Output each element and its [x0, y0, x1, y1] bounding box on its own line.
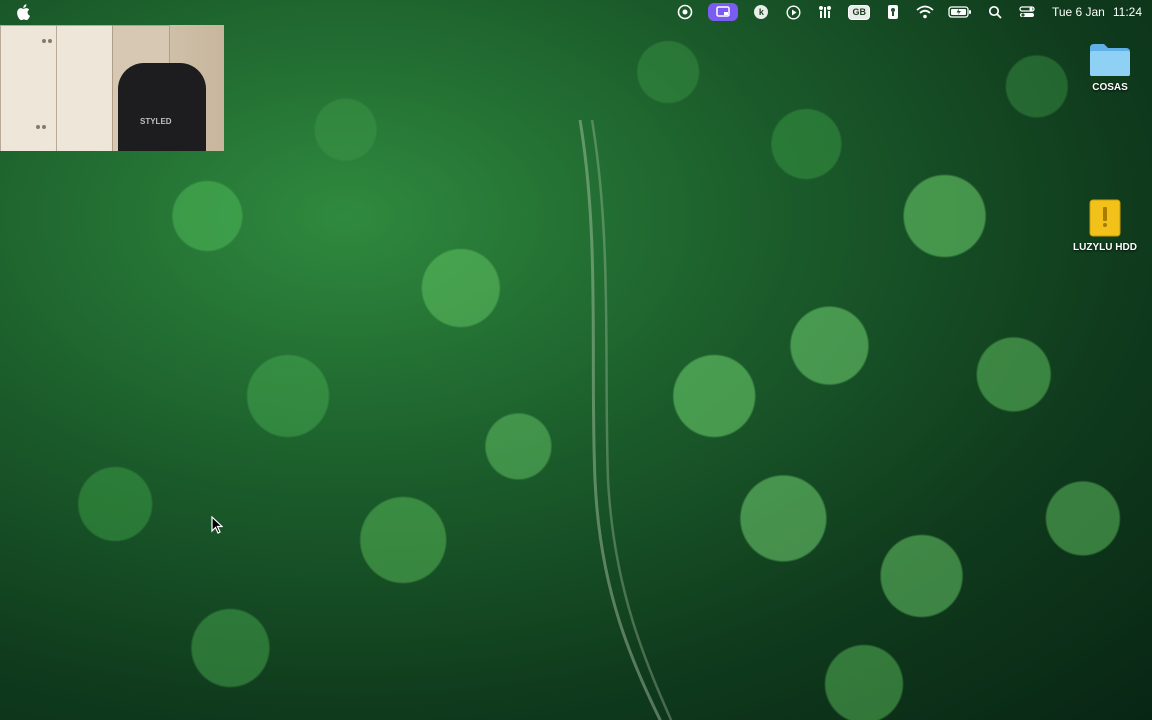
desktop-item-label: LUZYLU HDD: [1073, 242, 1137, 253]
apple-icon[interactable]: [14, 3, 32, 21]
menu-bar: k GB Tue 6 Jan 11:24: [0, 0, 1152, 24]
play-icon[interactable]: [784, 3, 802, 21]
battery-icon[interactable]: [948, 3, 972, 21]
control-icon[interactable]: [816, 3, 834, 21]
camera-chair-logo: STYLED: [140, 117, 172, 126]
camera-cabinet-knob: [48, 39, 52, 43]
menubar-time: 11:24: [1112, 5, 1142, 19]
desktop-item-cosas[interactable]: COSAS: [1070, 42, 1150, 93]
menubar-date: Tue 6 Jan: [1051, 5, 1105, 19]
menubar-clock[interactable]: Tue 6 Jan 11:24: [1052, 5, 1142, 19]
desktop-item-label: COSAS: [1092, 82, 1128, 93]
k-icon[interactable]: k: [752, 3, 770, 21]
camera-cabinet-door: [0, 25, 58, 151]
wifi-icon[interactable]: [916, 3, 934, 21]
control-center-icon[interactable]: [1018, 3, 1036, 21]
input-source-icon[interactable]: GB: [848, 3, 870, 21]
screen-recording-icon[interactable]: [708, 3, 739, 21]
desktop[interactable]: k GB Tue 6 Jan 11:24 STYLED COSAS LUZYLU…: [0, 0, 1152, 720]
folder-icon: [1090, 44, 1130, 76]
desktop-item-luzylu-hdd[interactable]: LUZYLU HDD: [1065, 198, 1145, 253]
camera-cabinet-knob: [42, 39, 46, 43]
wallpaper-forest-path: [578, 120, 673, 720]
camera-cabinet-knob: [36, 125, 40, 129]
creative-cloud-icon[interactable]: [676, 3, 694, 21]
camera-overlay[interactable]: STYLED: [0, 25, 224, 151]
camera-cabinet-knob: [42, 125, 46, 129]
camera-cabinet-door: [56, 25, 114, 151]
spotlight-icon[interactable]: [986, 3, 1004, 21]
camera-gaming-chair: [118, 63, 206, 151]
keychain-icon[interactable]: [884, 3, 902, 21]
external-drive-icon: [1089, 199, 1121, 237]
mouse-pointer-icon: [211, 516, 223, 534]
